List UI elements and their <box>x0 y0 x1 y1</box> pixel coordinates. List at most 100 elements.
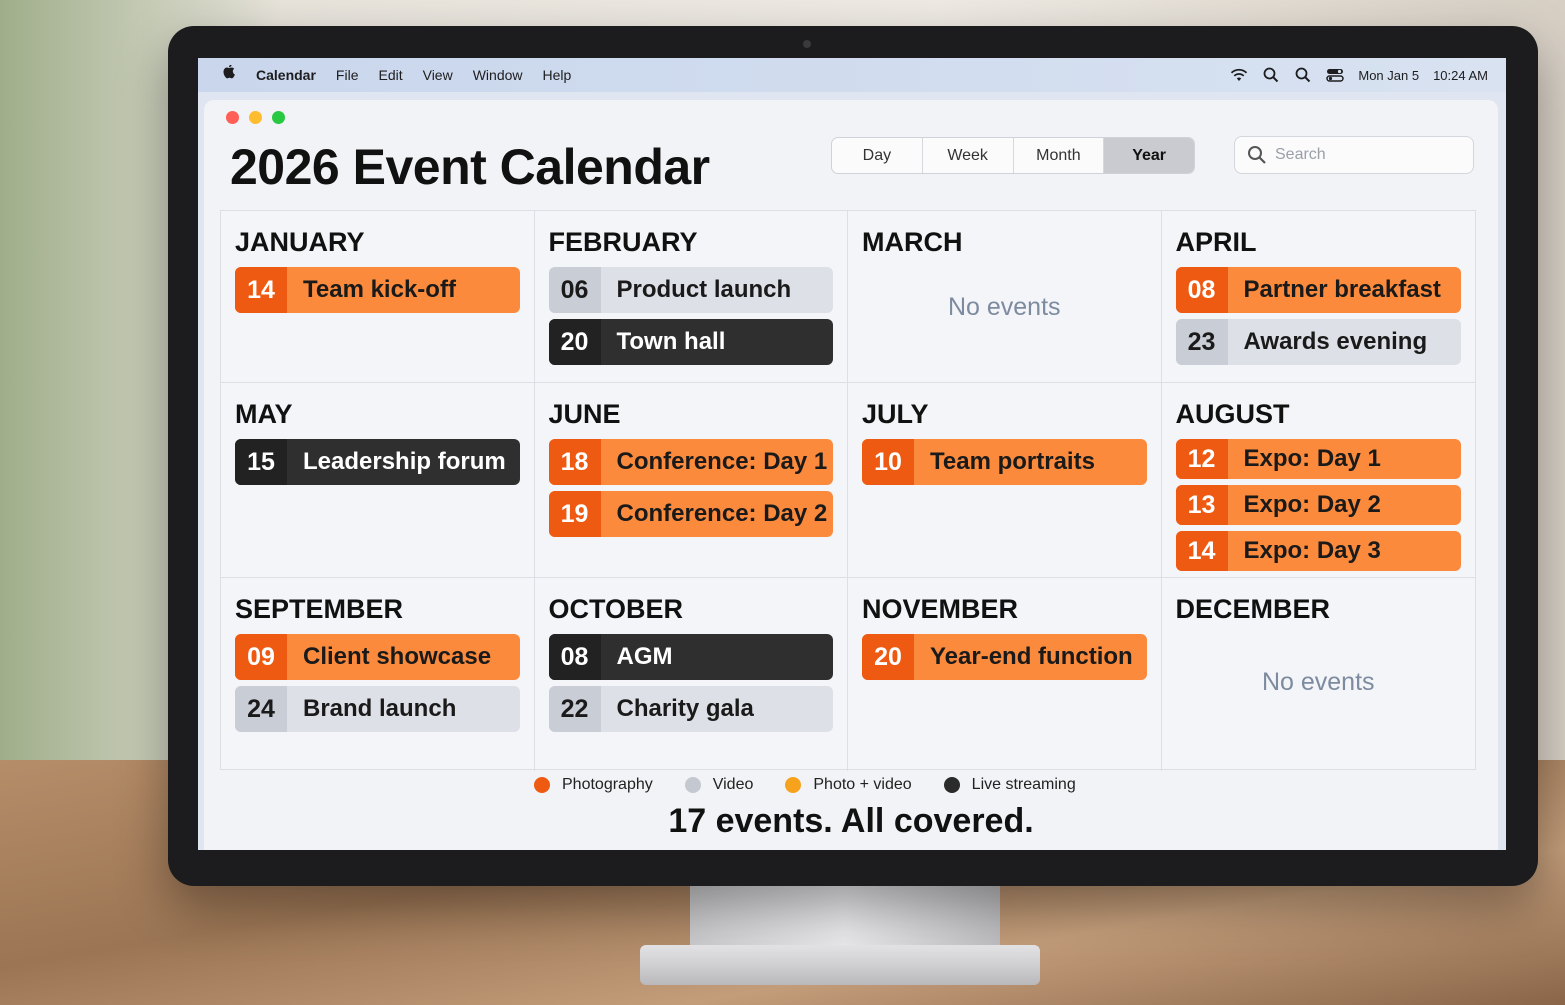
event-day: 08 <box>548 634 601 680</box>
legend-item: Photo + video <box>785 776 912 794</box>
month-name: AUGUST <box>1175 399 1290 429</box>
event-item[interactable]: 23 Awards evening <box>1175 319 1461 365</box>
menubar-time[interactable]: 10:24 AM <box>1433 68 1488 83</box>
event-item[interactable]: 19 Conference: Day 2 <box>548 491 833 537</box>
event-title: Brand launch <box>303 695 457 722</box>
event-day: 08 <box>1175 267 1228 313</box>
month-name: SEPTEMBER <box>235 594 404 624</box>
month-april[interactable]: APRIL 08 Partner breakfast 23 Awards evening <box>1161 211 1475 383</box>
legend-dot-icon <box>684 777 701 793</box>
menu-view[interactable]: View <box>423 67 453 83</box>
search-field[interactable] <box>1234 136 1474 174</box>
legend-label: Photography <box>562 776 653 793</box>
event-day: 14 <box>235 267 287 313</box>
event-item[interactable]: 14 Team kick-off <box>235 267 520 313</box>
event-item[interactable]: 10 Team portraits <box>862 439 1147 485</box>
camera-icon <box>803 40 811 48</box>
month-name: NOVEMBER <box>862 594 1019 624</box>
tab-week[interactable]: Week <box>923 138 1014 173</box>
event-list: 18 Conference: Day 1 19 Conference: Day 2 <box>548 439 833 537</box>
event-title: Expo: Day 2 <box>1243 491 1381 518</box>
month-november[interactable]: NOVEMBER 20 Year-end function <box>848 578 1162 771</box>
month-september[interactable]: SEPTEMBER 09 Client showcase 24 Brand launch <box>221 578 535 771</box>
minimize-button[interactable] <box>249 111 262 124</box>
event-item[interactable]: 24 Brand launch <box>235 686 520 732</box>
event-title: Year-end function <box>930 643 1133 670</box>
legend-label: Video <box>712 776 754 793</box>
event-item[interactable]: 20 Town hall <box>548 319 833 365</box>
screen: Calendar File Edit View Window Help Mon … <box>198 58 1506 850</box>
event-item[interactable]: 22 Charity gala <box>548 686 833 732</box>
tab-month[interactable]: Month <box>1014 138 1105 173</box>
event-item[interactable]: 20 Year-end function <box>862 634 1147 680</box>
event-item[interactable]: 08 Partner breakfast <box>1175 267 1461 313</box>
page-title: 2026 Event Calendar <box>230 139 710 195</box>
legend: Photography Video Photo + video Live stream… <box>534 776 1076 794</box>
event-day: 20 <box>862 634 914 680</box>
month-name: MAY <box>235 399 293 429</box>
event-item[interactable]: 08 AGM <box>548 634 833 680</box>
search-input[interactable] <box>1275 146 1455 164</box>
event-title: Conference: Day 2 <box>616 500 828 527</box>
legend-dot-icon <box>943 777 960 793</box>
event-day: 15 <box>235 439 287 485</box>
menu-file[interactable]: File <box>336 67 359 83</box>
month-name: OCTOBER <box>548 594 684 624</box>
event-day: 22 <box>548 686 601 732</box>
event-item[interactable]: 09 Client showcase <box>235 634 520 680</box>
legend-item: Live streaming <box>943 776 1076 794</box>
event-day: 24 <box>235 686 287 732</box>
menu-edit[interactable]: Edit <box>378 67 402 83</box>
event-item[interactable]: 18 Conference: Day 1 <box>548 439 833 485</box>
event-title: Charity gala <box>616 695 754 722</box>
search-icon[interactable] <box>1294 67 1312 83</box>
year-grid: JANUARY 14 Team kick-off FEBRUARY 06 Product … <box>220 210 1476 771</box>
month-july[interactable]: JULY 10 Team portraits <box>848 383 1162 578</box>
menu-help[interactable]: Help <box>543 67 572 83</box>
legend-dot-icon <box>534 777 550 793</box>
month-may[interactable]: MAY 15 Leadership forum <box>221 383 535 578</box>
menubar-date[interactable]: Mon Jan 5 <box>1358 68 1419 83</box>
tab-day[interactable]: Day <box>832 138 923 173</box>
event-title: AGM <box>616 643 673 670</box>
legend-dot-icon <box>785 777 802 793</box>
event-day: 18 <box>548 439 601 485</box>
month-december[interactable]: DECEMBER No events <box>1162 578 1476 771</box>
event-title: Team portraits <box>930 448 1095 475</box>
event-item[interactable]: 06 Product launch <box>548 267 833 313</box>
menu-window[interactable]: Window <box>473 67 523 83</box>
legend-item: Photography <box>534 776 653 794</box>
event-list: 20 Year-end function <box>862 634 1147 680</box>
event-item[interactable]: 15 Leadership forum <box>235 439 520 485</box>
event-day: 14 <box>1175 531 1228 571</box>
close-button[interactable] <box>226 111 239 124</box>
month-name: JULY <box>862 399 929 429</box>
event-day: 12 <box>1175 439 1228 479</box>
legend-label: Live streaming <box>971 776 1076 793</box>
maximize-button[interactable] <box>272 111 285 124</box>
month-june[interactable]: JUNE 18 Conference: Day 1 19 Conference: Day… <box>534 383 848 578</box>
monitor-stand-base <box>640 945 1040 985</box>
month-october[interactable]: OCTOBER 08 AGM 22 Charity gala <box>535 578 848 771</box>
event-list: 08 Partner breakfast 23 Awards evening <box>1175 267 1461 365</box>
calendar-window: 2026 Event Calendar Day Week Month Year … <box>204 100 1498 850</box>
event-title: Expo: Day 1 <box>1243 445 1381 472</box>
control-center-icon[interactable] <box>1326 67 1345 83</box>
event-item[interactable]: 13 Expo: Day 2 <box>1175 485 1461 525</box>
event-item[interactable]: 14 Expo: Day 3 <box>1175 531 1461 571</box>
wifi-icon[interactable] <box>1230 67 1248 83</box>
event-list: 15 Leadership forum <box>235 439 520 485</box>
month-march[interactable]: MARCH No events <box>848 211 1162 383</box>
month-january[interactable]: JANUARY 14 Team kick-off <box>221 211 535 383</box>
tab-year[interactable]: Year <box>1104 138 1194 173</box>
menu-app-name[interactable]: Calendar <box>256 67 316 83</box>
spotlight-icon[interactable] <box>1262 67 1280 83</box>
apple-icon[interactable] <box>222 64 238 85</box>
event-title: Awards evening <box>1243 328 1428 355</box>
search-icon <box>1247 145 1267 165</box>
event-title: Product launch <box>616 276 792 303</box>
month-february[interactable]: FEBRUARY 06 Product launch 20 Town hall <box>534 211 848 383</box>
event-item[interactable]: 12 Expo: Day 1 <box>1175 439 1461 479</box>
month-august[interactable]: AUGUST 12 Expo: Day 1 13 Expo: Day 2 14 Expo: … <box>1161 383 1475 578</box>
event-list: 10 Team portraits <box>862 439 1147 485</box>
